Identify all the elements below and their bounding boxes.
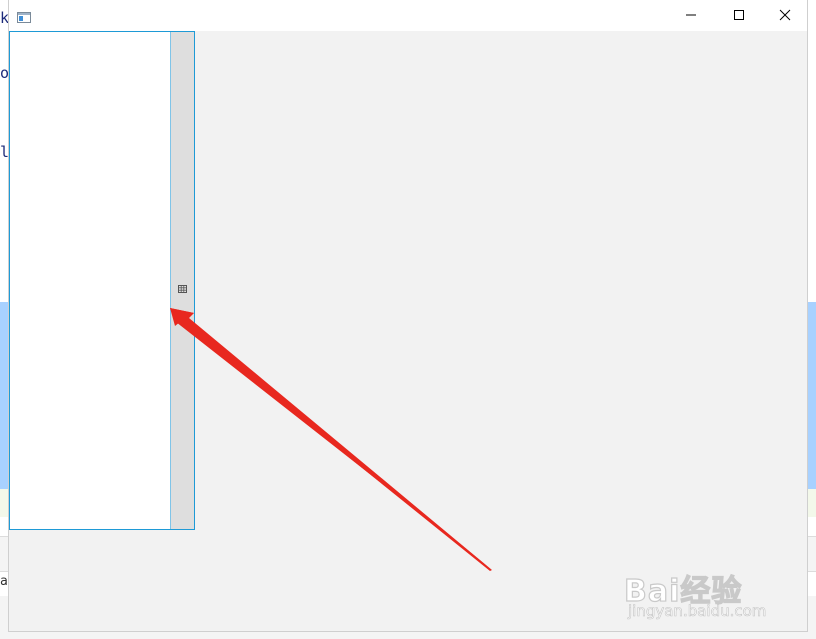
baidu-jingyan-watermark: Bai经验 jingyan.baidu.com: [623, 564, 784, 624]
annotation-arrow: [170, 308, 492, 571]
watermark-url: jingyan.baidu.com: [628, 602, 767, 621]
